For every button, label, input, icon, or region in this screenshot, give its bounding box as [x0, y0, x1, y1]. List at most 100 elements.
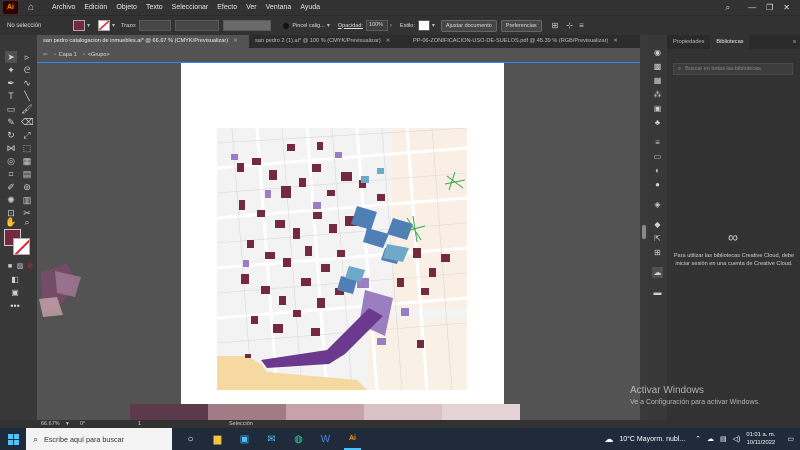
blend-icon[interactable]: ⊚: [21, 181, 33, 193]
swatch-4[interactable]: [364, 404, 442, 420]
style-swatch[interactable]: [417, 20, 430, 31]
arrange-icon[interactable]: ⊞: [552, 21, 559, 30]
eyedropper-icon[interactable]: ✐: [5, 181, 17, 193]
symbols-icon[interactable]: ♣: [652, 117, 663, 128]
brush-definition[interactable]: [223, 20, 272, 31]
eraser-icon[interactable]: ⌫: [21, 116, 34, 128]
transform-icon[interactable]: ⊹: [566, 21, 573, 30]
appearance-icon[interactable]: ●: [652, 179, 663, 190]
brush-dropdown-icon[interactable]: ▾: [327, 22, 330, 29]
file-explorer-icon[interactable]: ▆: [209, 428, 226, 450]
minimize-icon[interactable]: —: [748, 3, 756, 12]
preferences-button[interactable]: Preferencias: [500, 19, 542, 32]
home-icon[interactable]: ⌂: [24, 2, 38, 14]
layers-icon[interactable]: ◆: [652, 219, 663, 230]
free-transform-icon[interactable]: ⬚: [21, 142, 33, 154]
store-icon[interactable]: ▣: [236, 428, 253, 450]
menu-ver[interactable]: Ver: [246, 4, 257, 11]
rectangle-tool-icon[interactable]: ▭: [5, 103, 17, 115]
close-icon[interactable]: ✕: [783, 3, 790, 12]
weather-text[interactable]: 10°C Mayorm. nubl...: [619, 436, 685, 443]
menu-texto[interactable]: Texto: [146, 4, 163, 11]
perspective-icon[interactable]: ▦: [21, 155, 33, 167]
selection-tool-icon[interactable]: ➤: [5, 51, 17, 63]
width-tool-icon[interactable]: ⋈: [5, 142, 17, 154]
illustrator-taskbar-icon[interactable]: Ai: [344, 428, 361, 450]
brushes-icon[interactable]: ⁂: [652, 89, 663, 100]
direct-selection-icon[interactable]: ▹: [21, 51, 33, 63]
shaper-icon[interactable]: ✎: [5, 116, 17, 128]
layer-name[interactable]: Capa 1: [59, 52, 77, 58]
pen-tool-icon[interactable]: ✒: [5, 77, 17, 89]
scale-icon[interactable]: ⤢: [21, 129, 33, 141]
stroke-dropdown-icon[interactable]: ▾: [112, 22, 115, 29]
swatch-3[interactable]: [286, 404, 364, 420]
weather-icon[interactable]: ☁: [604, 434, 613, 445]
canvas-area[interactable]: [37, 63, 640, 420]
rotation-value[interactable]: 0°: [80, 420, 85, 428]
curvature-icon[interactable]: ∿: [21, 77, 33, 89]
onedrive-icon[interactable]: ☁: [707, 435, 714, 443]
export-icon[interactable]: ⇱: [652, 233, 663, 244]
opacity-dropdown-icon[interactable]: ›: [390, 23, 392, 29]
zoom-tool-icon[interactable]: ⌕: [21, 216, 33, 228]
more-tools-icon[interactable]: •••: [9, 300, 21, 312]
tab-zonificacion[interactable]: PP-06-ZONIFICACION-USO-DE-SUELOS.pdf @ 4…: [407, 35, 627, 48]
comments-icon[interactable]: ▬: [652, 287, 663, 298]
scroll-thumb[interactable]: [642, 225, 646, 239]
opacity-input[interactable]: 100%: [365, 20, 388, 31]
fill-color-swatch[interactable]: [73, 20, 85, 31]
color-panel-icon[interactable]: ◉: [652, 47, 663, 58]
shape-builder-icon[interactable]: ◎: [5, 155, 17, 167]
graphic-styles-icon[interactable]: ◈: [652, 199, 663, 210]
style-dropdown-icon[interactable]: ▾: [432, 22, 435, 29]
close-icon[interactable]: ✕: [386, 38, 391, 44]
offcanvas-artwork[interactable]: [37, 263, 89, 318]
tray-chevron-icon[interactable]: ⌃: [695, 435, 701, 443]
tab-san-pedro-catalogacion[interactable]: san pedro catalogacion de inmuebles.ai* …: [37, 35, 249, 48]
lasso-icon[interactable]: ᘓ: [21, 64, 33, 76]
menu-archivo[interactable]: Archivo: [52, 4, 75, 11]
edge-icon[interactable]: ◍: [290, 428, 307, 450]
tab-bibliotecas[interactable]: Bibliotecas: [710, 35, 750, 49]
volume-icon[interactable]: ◁): [733, 435, 741, 443]
close-icon[interactable]: ✕: [613, 38, 618, 44]
tab-propiedades[interactable]: Propiedades: [667, 35, 710, 49]
mesh-icon[interactable]: ⌗: [5, 168, 17, 180]
taskbar-search[interactable]: ⌕ Escribe aquí para buscar: [26, 428, 172, 450]
gradient-icon[interactable]: ▤: [21, 168, 33, 180]
image-panel-icon[interactable]: ▣: [652, 103, 663, 114]
zoom-level[interactable]: 66.67%: [41, 420, 60, 428]
library-search[interactable]: ⌕ Buscar en todas las bibliotecas: [673, 63, 793, 75]
variable-width-profile[interactable]: [175, 20, 220, 31]
none-mode-icon[interactable]: ⊘: [24, 261, 36, 273]
word-icon[interactable]: W: [317, 428, 334, 450]
screen-mode-icon[interactable]: ▣: [9, 287, 21, 299]
close-icon[interactable]: ✕: [233, 38, 238, 44]
stroke-swatch[interactable]: [13, 238, 30, 255]
menu-efecto[interactable]: Efecto: [217, 4, 237, 11]
graph-tool-icon[interactable]: ▥: [21, 194, 33, 206]
opacity-label[interactable]: Opacidad:: [338, 23, 363, 29]
task-view-icon[interactable]: ○: [182, 428, 199, 450]
line-tool-icon[interactable]: ╲: [21, 90, 33, 102]
stroke-color-swatch[interactable]: [98, 20, 111, 31]
artboard[interactable]: [181, 63, 504, 405]
color-guide-icon[interactable]: ▩: [652, 61, 663, 72]
adjust-document-button[interactable]: Ajustar documento: [440, 19, 497, 32]
color-swatch-strip[interactable]: [130, 404, 520, 420]
menu-edicion[interactable]: Edición: [84, 4, 107, 11]
hand-icon[interactable]: ✋: [5, 216, 17, 228]
notifications-icon[interactable]: ▭: [787, 435, 794, 443]
tab-san-pedro-2[interactable]: san pedro 2 (1).ai* @ 100 % (CMYK/Previs…: [249, 35, 407, 48]
stroke-panel-icon[interactable]: ≡: [652, 137, 663, 148]
urban-map-artwork[interactable]: [217, 128, 467, 390]
menu-seleccionar[interactable]: Seleccionar: [172, 4, 209, 11]
maximize-icon[interactable]: ❐: [766, 3, 773, 12]
mail-icon[interactable]: ✉: [263, 428, 280, 450]
back-arrow-icon[interactable]: ⇦: [43, 52, 48, 58]
symbol-sprayer-icon[interactable]: ✺: [5, 194, 17, 206]
swatch-1[interactable]: [130, 404, 208, 420]
artboards-icon[interactable]: ⊞: [652, 247, 663, 258]
brush-name[interactable]: Pincel calig...: [292, 23, 324, 29]
